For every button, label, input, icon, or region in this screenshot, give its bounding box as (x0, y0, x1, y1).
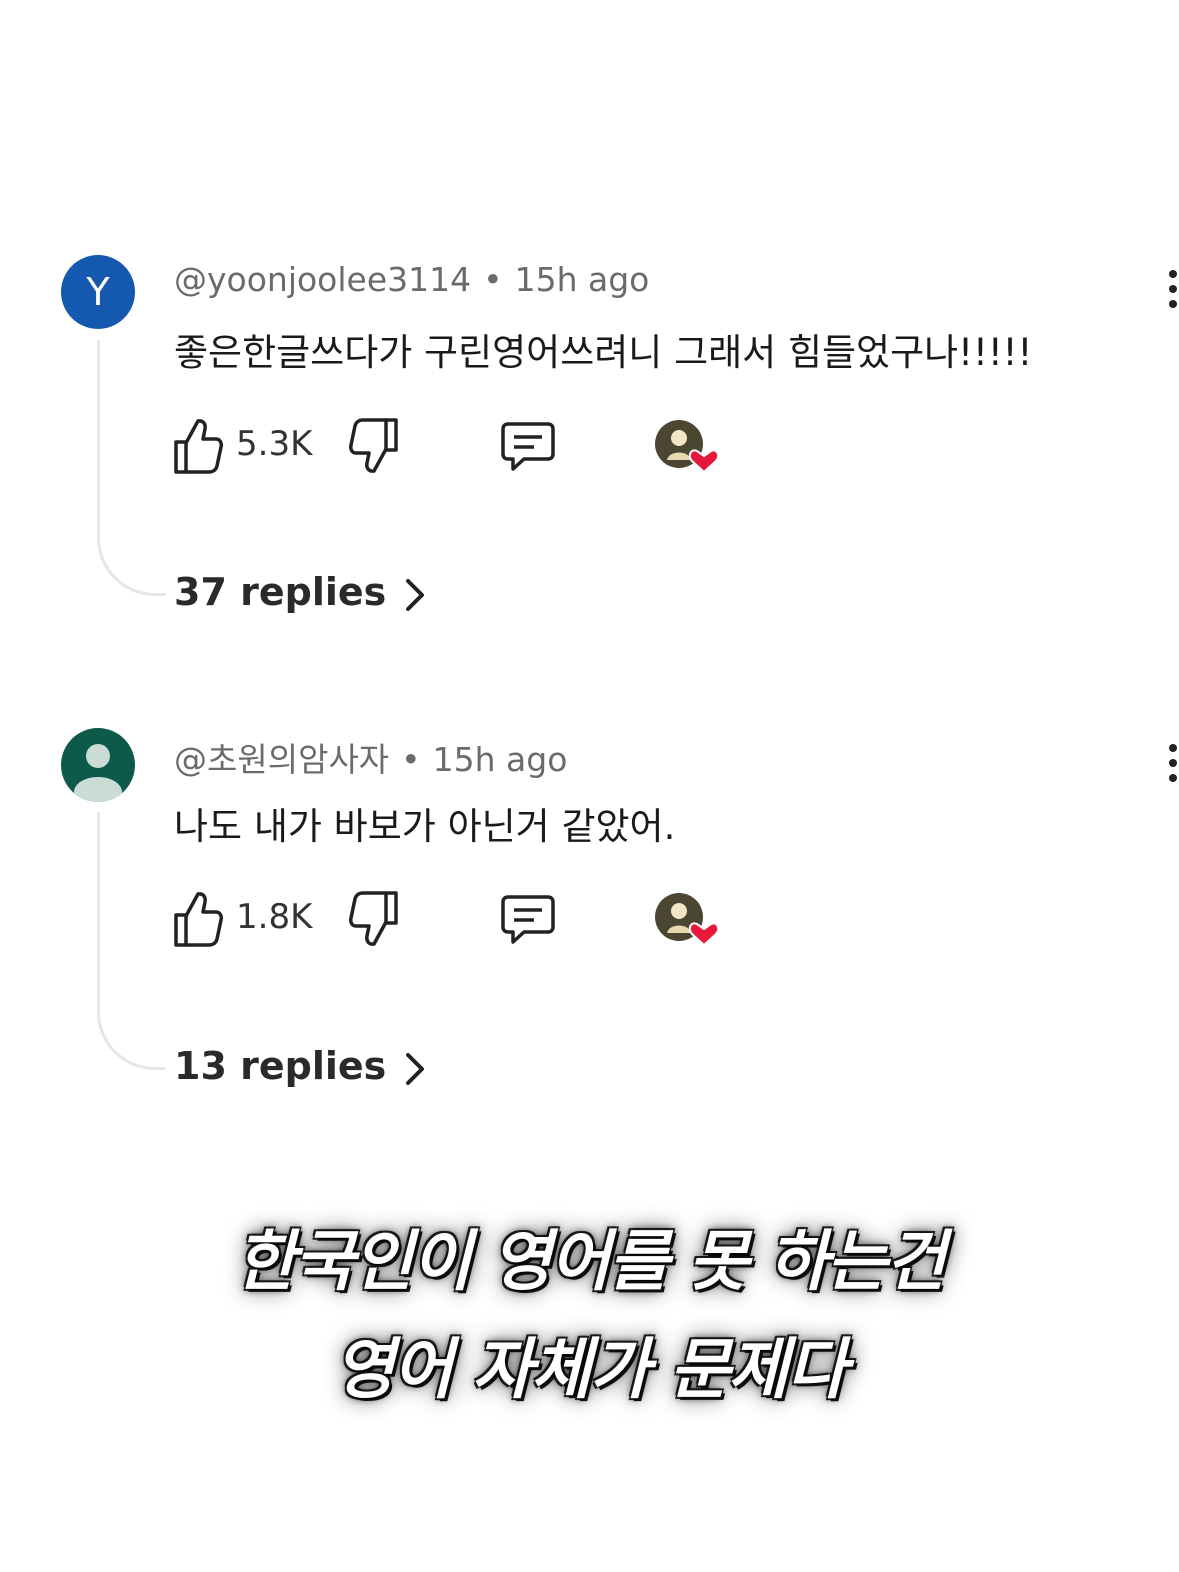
video-caption-line-2: 영어 자체가 문제다 (333, 1331, 848, 1408)
meta-separator: • (483, 260, 503, 299)
replies-label: 13 replies (174, 1044, 387, 1088)
more-vert-icon[interactable] (1164, 742, 1179, 784)
reply-icon[interactable] (500, 889, 556, 949)
more-vert-icon[interactable] (1164, 268, 1179, 310)
replies-label: 37 replies (174, 570, 387, 614)
thread-connector-line (97, 340, 166, 596)
comment-timestamp: 15h ago (432, 740, 568, 779)
default-avatar-icon (74, 744, 122, 802)
avatar[interactable]: Y (61, 255, 135, 329)
comment-author[interactable]: @yoonjoolee3114 (174, 260, 471, 299)
comment-text: 좋은한글쓰다가 구린영어쓰려니 그래서 힘들었구나!!!!! (174, 331, 1033, 374)
chevron-right-icon (406, 1052, 425, 1085)
reply-icon[interactable] (500, 416, 556, 476)
thumbs-up-icon[interactable] (172, 416, 224, 476)
like-count: 1.8K (236, 897, 313, 937)
comment-author[interactable]: @초원의암사자 (174, 740, 389, 779)
thread-connector-line (97, 812, 166, 1070)
view-replies-button[interactable]: 13 replies (174, 1044, 426, 1088)
creator-heart-icon (655, 420, 720, 474)
video-caption-line-1: 한국인이 영어를 못 하는건 (235, 1223, 946, 1300)
thumbs-down-icon[interactable] (348, 416, 400, 476)
comment-meta: @초원의암사자 • 15h ago (174, 733, 567, 781)
chevron-right-icon (406, 578, 425, 611)
meta-separator: • (401, 740, 421, 779)
comment-text: 나도 내가 바보가 아닌거 같았어. (174, 805, 676, 848)
comment-meta: @yoonjoolee3114 • 15h ago (174, 260, 649, 299)
comment-timestamp: 15h ago (514, 260, 650, 299)
comment-actions: 5.3K (172, 416, 732, 476)
like-count: 5.3K (236, 424, 313, 464)
thumbs-down-icon[interactable] (348, 889, 400, 949)
avatar[interactable] (61, 728, 135, 802)
view-replies-button[interactable]: 37 replies (174, 570, 426, 614)
page: Y @yoonjoolee3114 • 15h ago 좋은한글쓰다가 구린영어쓰려… (0, 0, 1179, 1572)
comment-actions: 1.8K (172, 889, 732, 949)
thumbs-up-icon[interactable] (172, 889, 224, 949)
creator-heart-icon (655, 893, 720, 947)
